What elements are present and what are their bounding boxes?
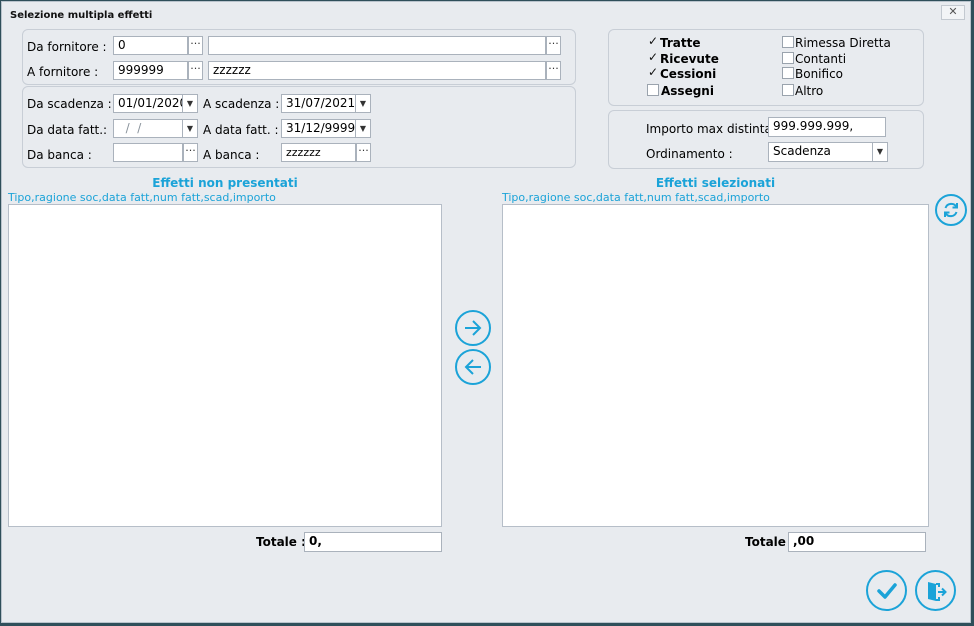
right-panel-columns: Tipo,ragione soc,data fatt,num fatt,scad… (502, 191, 770, 204)
assegni-checkbox[interactable] (647, 84, 659, 96)
bank-to-label: A banca : (203, 148, 260, 162)
order-label: Ordinamento : (646, 147, 733, 161)
window-title: Selezione multipla effetti (10, 10, 153, 21)
refresh-icon (944, 202, 958, 218)
rimessa-diretta-checkbox[interactable] (782, 36, 794, 48)
exit-door-icon (927, 581, 947, 601)
bonifico-checkbox[interactable] (782, 67, 794, 79)
unpresented-effects-list[interactable] (8, 204, 442, 527)
to-supplier-code-browse-button[interactable]: ··· (188, 61, 203, 80)
due-from-dropdown-icon[interactable]: ▼ (182, 95, 197, 112)
due-from-label: Da scadenza : (27, 97, 112, 111)
invoice-date-from-value: / / (118, 121, 142, 135)
invoice-date-to-label: A data fatt. : (203, 123, 279, 137)
invoice-date-to-input[interactable]: 31/12/9999 ▼ (281, 119, 371, 138)
move-left-button[interactable] (455, 349, 491, 385)
to-supplier-code-input[interactable]: 999999 (113, 61, 188, 80)
right-total-value: ,00 (788, 532, 926, 552)
left-total-value: 0, (304, 532, 442, 552)
assegni-label: Assegni (661, 84, 714, 98)
exit-button[interactable] (915, 570, 956, 611)
tratte-label: Tratte (660, 36, 701, 50)
arrow-right-icon (465, 320, 482, 336)
cessioni-label: Cessioni (660, 67, 717, 81)
altro-checkbox[interactable] (782, 84, 794, 96)
from-supplier-name-browse-button[interactable]: ··· (546, 36, 561, 55)
dialog-window: Selezione multipla effetti ✕ Da fornitor… (1, 1, 971, 623)
due-from-date-input[interactable]: 01/01/2020 ▼ (113, 94, 198, 113)
to-supplier-name-input[interactable]: zzzzzz (208, 61, 546, 80)
due-from-date-value: 01/01/2020 (118, 96, 188, 110)
order-dropdown-icon[interactable]: ▼ (872, 143, 887, 161)
max-amount-label: Importo max distinta : (646, 122, 780, 136)
from-supplier-label: Da fornitore : (27, 40, 107, 54)
to-supplier-label: A fornitore : (27, 65, 99, 79)
invoice-date-from-dropdown-icon[interactable]: ▼ (182, 120, 197, 137)
invoice-date-to-value: 31/12/9999 (286, 121, 356, 135)
tratte-checkbox[interactable]: ✓ (647, 35, 659, 48)
bank-to-input[interactable]: zzzzzz (281, 143, 356, 162)
bank-from-input[interactable] (113, 143, 183, 162)
order-select[interactable]: Scadenza ▼ (768, 142, 888, 162)
arrow-left-icon (464, 359, 481, 375)
cessioni-checkbox[interactable]: ✓ (647, 66, 659, 79)
to-supplier-name-browse-button[interactable]: ··· (546, 61, 561, 80)
due-to-label: A scadenza : (203, 97, 280, 111)
from-supplier-name-input[interactable] (208, 36, 546, 55)
left-total-label: Totale : (256, 535, 306, 549)
selected-effects-list[interactable] (502, 204, 929, 527)
order-select-value: Scadenza (773, 144, 831, 158)
left-panel-title: Effetti non presentati (152, 176, 298, 190)
close-button[interactable]: ✕ (941, 5, 965, 20)
bonifico-label: Bonifico (795, 67, 844, 81)
from-supplier-code-input[interactable]: 0 (113, 36, 188, 55)
ricevute-checkbox[interactable]: ✓ (647, 51, 659, 64)
ricevute-label: Ricevute (660, 52, 719, 66)
contanti-label: Contanti (795, 52, 847, 66)
due-to-dropdown-icon[interactable]: ▼ (355, 95, 370, 112)
from-supplier-code-browse-button[interactable]: ··· (188, 36, 203, 55)
confirm-button[interactable] (866, 570, 907, 611)
invoice-date-from-input[interactable]: / / ▼ (113, 119, 198, 138)
invoice-date-from-label: Da data fatt.: (27, 123, 108, 137)
contanti-checkbox[interactable] (782, 52, 794, 64)
max-amount-input[interactable]: 999.999.999, (768, 117, 886, 137)
move-right-button[interactable] (455, 310, 491, 346)
right-panel-title: Effetti selezionati (655, 176, 776, 190)
refresh-button[interactable] (935, 194, 967, 226)
checkmark-icon (876, 582, 897, 599)
rimessa-diretta-label: Rimessa Diretta (795, 36, 891, 50)
left-panel-columns: Tipo,ragione soc,data fatt,num fatt,scad… (8, 191, 276, 204)
altro-label: Altro (795, 84, 824, 98)
due-to-date-value: 31/07/2021 (286, 96, 356, 110)
bank-from-label: Da banca : (27, 148, 92, 162)
invoice-date-to-dropdown-icon[interactable]: ▼ (355, 120, 370, 137)
due-to-date-input[interactable]: 31/07/2021 ▼ (281, 94, 371, 113)
bank-from-browse-button[interactable]: ··· (183, 143, 198, 162)
bank-to-browse-button[interactable]: ··· (356, 143, 371, 162)
